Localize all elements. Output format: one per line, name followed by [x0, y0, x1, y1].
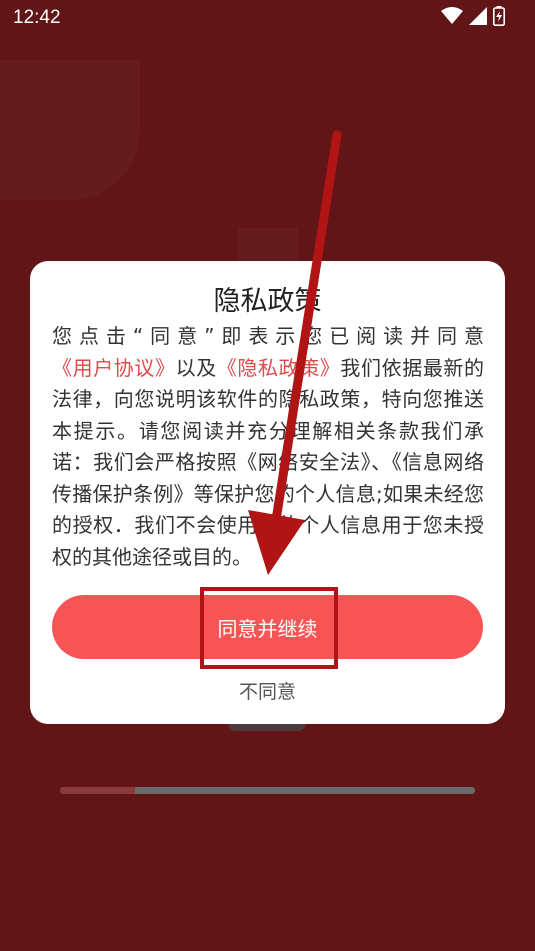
annotation-highlight-box — [200, 587, 338, 669]
annotation-arrow — [248, 130, 342, 575]
app-screen: 12:42 隐私政策 您点击“同意”即表示您已阅读并同意《用户协议》以及《隐私政… — [0, 0, 535, 951]
